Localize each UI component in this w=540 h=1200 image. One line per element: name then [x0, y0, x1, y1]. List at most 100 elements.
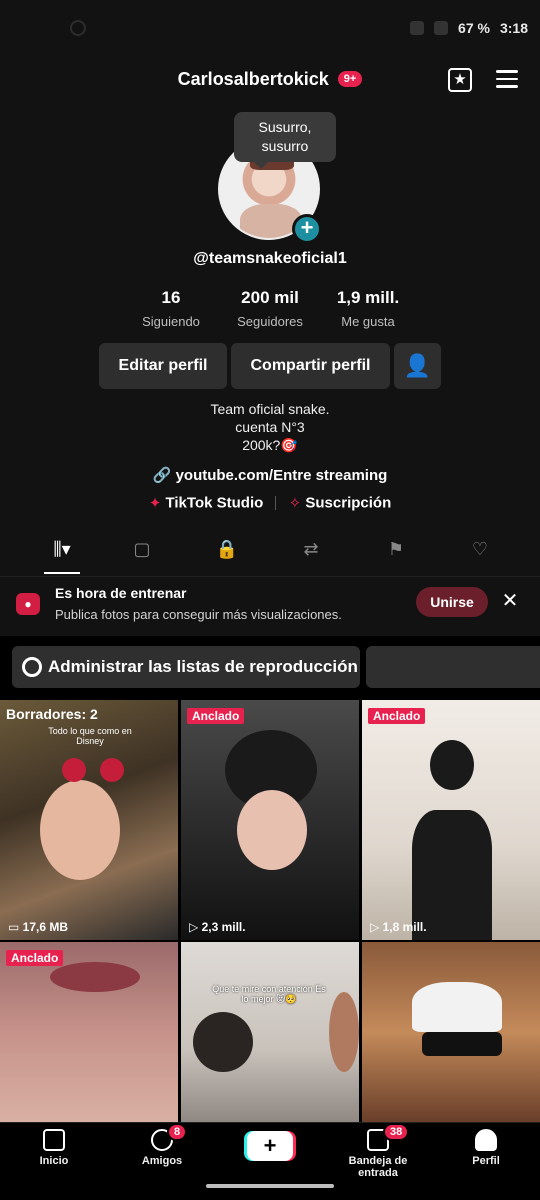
stat-likes[interactable]: 1,9 mill. Me gusta	[313, 288, 423, 329]
bottom-nav: Inicio 8 Amigos + 38 Bandeja de entrada …	[0, 1122, 540, 1179]
video-caption: Todo lo que como en Disney	[48, 726, 132, 746]
pinned-badge: Anclado	[6, 950, 64, 966]
minnie-ear-left	[62, 758, 86, 782]
add-story-icon[interactable]: +	[292, 214, 322, 244]
bio: Team oficial snake. cuenta N°3 200k?🎯	[0, 400, 540, 454]
divider	[275, 496, 277, 511]
share-profile-button[interactable]: Compartir perfil	[231, 343, 390, 389]
video-thumbnail[interactable]: Anclado ▷ 1,8 mill.	[362, 700, 540, 940]
hamburger-menu-icon[interactable]	[496, 70, 518, 88]
battery-text: 67 %	[458, 20, 490, 36]
manage-playlists-button[interactable]: Administrar las listas de reproducción	[12, 646, 360, 688]
promo-banner: ● Es hora de entrenar Publica fotos para…	[0, 576, 540, 636]
creator-links: ✦ TikTok Studio ✧ Suscripción	[0, 494, 540, 513]
profile-icon	[475, 1129, 497, 1151]
view-count: ▷ 2,3 mill.	[189, 920, 246, 934]
bio-link-text: youtube.com/Entre streaming	[175, 467, 388, 484]
home-icon	[43, 1129, 65, 1151]
clock: 3:18	[499, 20, 528, 36]
stat-likes-count: 1,9 mill.	[336, 288, 400, 307]
video-thumbnail[interactable]: Anclado	[0, 942, 178, 1122]
tiktok-studio-link[interactable]: TikTok Studio	[166, 495, 264, 512]
view-count-text: 1,8 mill.	[382, 920, 427, 934]
join-button[interactable]: Unirse	[416, 587, 488, 617]
nav-home[interactable]: Inicio	[4, 1129, 104, 1167]
nav-home-label: Inicio	[39, 1155, 69, 1167]
draft-size: ▭ 17,6 MB	[8, 920, 69, 934]
status-tooltip: Susurro, susurro	[234, 112, 336, 169]
subscription-link[interactable]: Suscripción	[305, 495, 391, 512]
video-caption: Que te mire con atención Es lo mejor 😻🥺	[212, 984, 326, 1004]
thumbnail-face	[40, 780, 120, 880]
create-button[interactable]: +	[247, 1131, 293, 1161]
view-count-text: 2,3 mill.	[201, 920, 246, 934]
gear-icon	[22, 657, 42, 677]
drafts-label: Borradores: 2	[6, 706, 98, 722]
pinned-badge: Anclado	[187, 708, 245, 724]
tab-private-lock-icon[interactable]: 🔒	[207, 534, 247, 564]
nav-friends[interactable]: 8 Amigos	[112, 1123, 212, 1167]
nav-profile[interactable]: Perfil	[436, 1129, 536, 1167]
content-tabs: ⫼▾ ▢ 🔒 ⇄ ⚑ ♡	[0, 530, 540, 576]
tab-liked-icon[interactable]: ♡	[460, 534, 500, 564]
inbox-icon: 38	[367, 1123, 410, 1151]
thumbnail-hair	[430, 740, 474, 790]
nav-friends-label: Amigos	[141, 1155, 183, 1167]
pinned-badge: Anclado	[368, 708, 426, 724]
stat-following-count: 16	[161, 288, 181, 307]
stat-following[interactable]: 16 Siguiendo	[116, 288, 226, 329]
minnie-ear-right	[100, 758, 124, 782]
video-thumbnail[interactable]	[362, 942, 540, 1122]
manage-playlists-label: Administrar las listas de reproducción	[48, 657, 358, 676]
nav-inbox-label: Bandeja de entrada	[348, 1155, 408, 1179]
thumbnail-sunglasses	[422, 1032, 502, 1056]
stat-followers-count: 200 mil	[241, 288, 299, 307]
status-left-icon	[70, 20, 86, 36]
edit-profile-button[interactable]: Editar perfil	[99, 343, 227, 389]
signal-icon	[410, 21, 425, 35]
nav-profile-label: Perfil	[472, 1155, 500, 1167]
friends-count-badge: 8	[167, 1123, 188, 1141]
tab-stickers-icon[interactable]: ▢	[122, 534, 162, 564]
playlist-row: Administrar las listas de reproducción	[0, 636, 540, 700]
video-grid: Borradores: 2 Todo lo que como en Disney…	[0, 700, 540, 1122]
thumbnail-cap	[412, 982, 502, 1032]
view-count: ▷ 1,8 mill.	[370, 920, 427, 934]
camera-icon: ●	[16, 593, 40, 615]
home-indicator	[206, 1184, 334, 1188]
banner-subtitle: Publica fotos para conseguir más visuali…	[55, 607, 342, 622]
bio-line-2: cuenta N°3	[235, 419, 305, 435]
stat-followers-label: Seguidores	[237, 314, 303, 329]
friends-icon: 8	[151, 1123, 188, 1151]
stat-followers[interactable]: 200 mil Seguidores	[215, 288, 325, 329]
tab-repost-icon[interactable]: ⇄	[291, 534, 331, 564]
tab-favorites-icon[interactable]: ⚑	[376, 534, 416, 564]
thumbnail-lips	[50, 962, 140, 992]
nav-inbox[interactable]: 38 Bandeja de entrada	[328, 1123, 428, 1179]
subscription-icon: ✧	[288, 495, 302, 513]
bio-link[interactable]: 🔗 youtube.com/Entre streaming	[0, 466, 540, 484]
next-playlist-button[interactable]	[366, 646, 540, 688]
creator-star-icon[interactable]: ★	[448, 68, 472, 92]
video-thumbnail[interactable]: Que te mire con atención Es lo mejor 😻🥺	[181, 942, 359, 1122]
link-icon: 🔗	[152, 467, 172, 484]
banner-title: Es hora de entrenar	[55, 585, 187, 601]
stat-following-label: Siguiendo	[142, 314, 200, 329]
bio-line-3: 200k?🎯	[242, 437, 298, 453]
close-icon[interactable]: ✕	[500, 589, 520, 613]
active-tab-indicator	[44, 572, 80, 574]
notification-badge: 9+	[337, 71, 363, 88]
tab-videos-icon[interactable]: ⫼▾	[42, 534, 82, 564]
bio-line-1: Team oficial snake.	[210, 401, 330, 417]
video-thumbnail[interactable]: Anclado ▷ 2,3 mill.	[181, 700, 359, 940]
profile-handle: @teamsnakeoficial1	[193, 250, 347, 267]
stat-likes-label: Me gusta	[341, 314, 395, 329]
username: Carlosalbertokick	[177, 68, 329, 89]
video-thumbnail[interactable]: Borradores: 2 Todo lo que como en Disney…	[0, 700, 178, 940]
thumbnail-hair	[193, 1012, 253, 1072]
thumbnail-side-face	[329, 992, 359, 1072]
thumbnail-face	[237, 790, 307, 870]
add-friend-icon[interactable]: 👤	[394, 343, 441, 389]
inbox-count-badge: 38	[383, 1123, 410, 1141]
profile-stats: 16 Siguiendo 200 mil Seguidores 1,9 mill…	[0, 288, 540, 336]
